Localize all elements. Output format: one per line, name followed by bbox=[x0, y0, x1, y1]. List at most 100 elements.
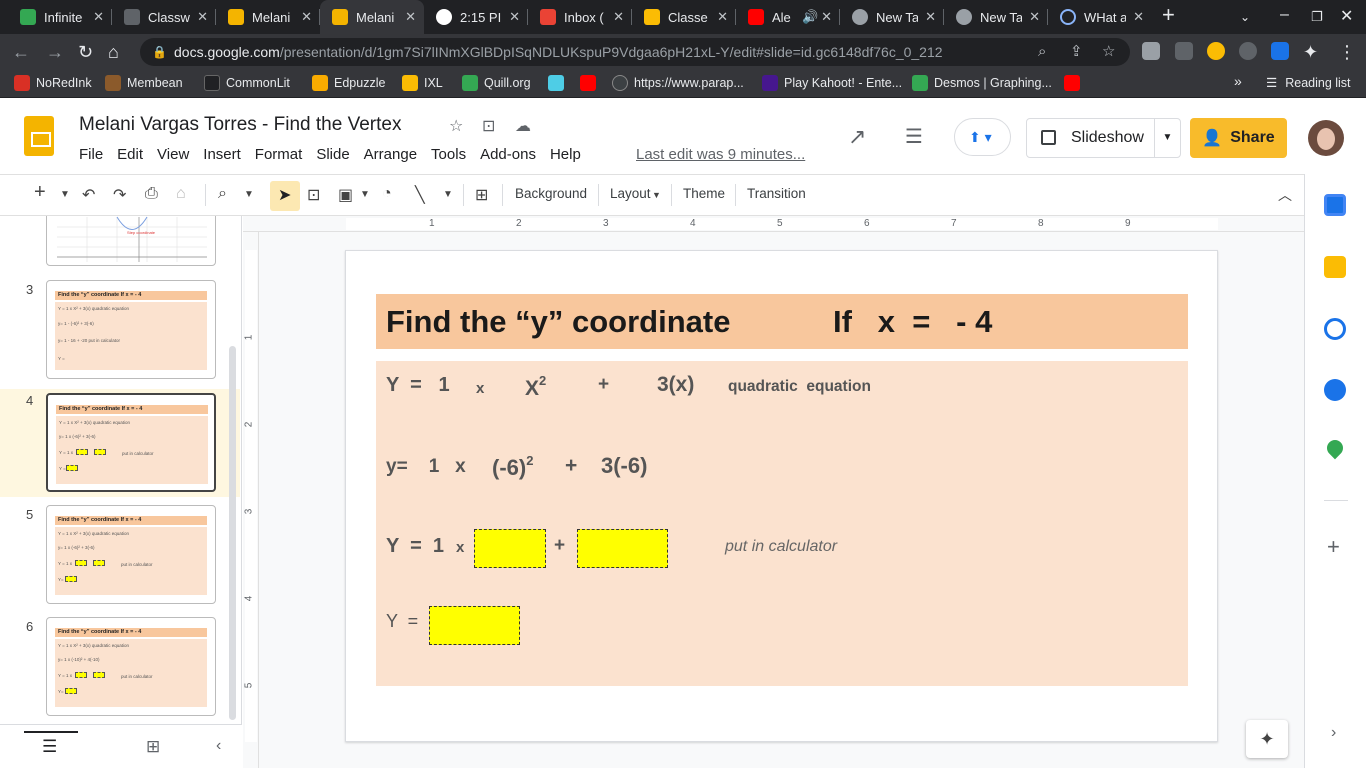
bookmark-item[interactable]: https://www.parap... bbox=[612, 75, 744, 91]
keep-icon[interactable] bbox=[1324, 256, 1346, 278]
menu-addons[interactable]: Add-ons bbox=[480, 146, 536, 163]
extension-icon[interactable] bbox=[1175, 42, 1193, 60]
filmstrip-scrollbar[interactable] bbox=[229, 346, 236, 720]
browser-tab[interactable]: Ale 🔊 ✕ bbox=[736, 0, 840, 34]
answer-box-linear[interactable] bbox=[577, 529, 668, 568]
bookmark-item[interactable] bbox=[1064, 75, 1086, 91]
back-icon[interactable]: ← bbox=[12, 42, 30, 62]
close-tab-icon[interactable]: ✕ bbox=[925, 9, 936, 25]
slide-thumbnail-row[interactable]: 5 Find the “y” coordinate If x = - 4 Y =… bbox=[0, 505, 240, 615]
close-tab-icon[interactable]: ✕ bbox=[1029, 9, 1040, 25]
browser-tab[interactable]: Melani ✕ bbox=[216, 0, 320, 34]
close-tab-icon[interactable]: ✕ bbox=[717, 9, 728, 25]
menu-dots-icon[interactable]: ⋮ bbox=[1338, 42, 1356, 62]
menu-insert[interactable]: Insert bbox=[203, 146, 241, 163]
last-edit-link[interactable]: Last edit was 9 minutes... bbox=[636, 146, 805, 163]
power-icon[interactable] bbox=[1239, 42, 1257, 60]
slides-logo-icon[interactable] bbox=[24, 116, 54, 156]
browser-tab[interactable]: Classe ✕ bbox=[632, 0, 736, 34]
menu-slide[interactable]: Slide bbox=[316, 146, 349, 163]
close-window-icon[interactable]: ✕ bbox=[1340, 6, 1353, 26]
activity-trend-icon[interactable]: ↗ bbox=[848, 124, 866, 150]
bookmark-item[interactable] bbox=[548, 75, 570, 91]
address-bar[interactable]: 🔒 docs.google.com/presentation/d/1gm7Si7… bbox=[140, 38, 1130, 66]
close-tab-icon[interactable]: ✕ bbox=[405, 9, 416, 25]
move-folder-icon[interactable]: ⊡ bbox=[482, 116, 495, 136]
tab-search-icon[interactable]: ⌄ bbox=[1240, 10, 1250, 24]
close-tab-icon[interactable]: ✕ bbox=[821, 9, 832, 25]
background-button[interactable]: Background bbox=[515, 186, 587, 201]
share-icon[interactable]: ⇪ bbox=[1070, 38, 1083, 66]
browser-tab[interactable]: New Ta ✕ bbox=[944, 0, 1048, 34]
bookmark-item[interactable]: CommonLit bbox=[204, 75, 290, 91]
slide-thumbnail[interactable]: Find the “y” coordinate If x = - 4 Y = 1… bbox=[46, 505, 216, 604]
share-button[interactable]: 👤 Share bbox=[1190, 118, 1287, 158]
answer-box-square[interactable] bbox=[474, 529, 546, 568]
answer-box-final[interactable] bbox=[429, 606, 520, 645]
text-box-icon[interactable]: ⊡ bbox=[307, 185, 320, 205]
bookmark-item[interactable]: Play Kahoot! - Ente... bbox=[762, 75, 902, 91]
collapse-panel-icon[interactable]: ‹ bbox=[216, 737, 221, 755]
cloud-saved-icon[interactable]: ☁ bbox=[515, 116, 531, 136]
browser-tab[interactable]: Infinite ✕ bbox=[8, 0, 112, 34]
bookmark-item[interactable]: IXL bbox=[402, 75, 443, 91]
slide-thumbnail[interactable]: Find the “y” coordinate If x = - 4 Y = 1… bbox=[46, 280, 216, 379]
line-dropdown-icon[interactable]: ▼ bbox=[443, 189, 453, 200]
zoom-dropdown-icon[interactable]: ▼ bbox=[244, 189, 254, 200]
forward-icon[interactable]: → bbox=[46, 42, 64, 62]
bookmark-item[interactable]: NoRedInk bbox=[14, 75, 92, 91]
slide-thumbnail-row[interactable]: 3 Find the “y” coordinate If x = - 4 Y =… bbox=[0, 280, 240, 390]
close-tab-icon[interactable]: ✕ bbox=[1133, 9, 1144, 25]
slide-canvas[interactable]: Find the “y” coordinate If x = - 4 Y = 1… bbox=[345, 250, 1218, 742]
layout-button[interactable]: Layout bbox=[610, 186, 651, 201]
extension-icon[interactable] bbox=[1207, 42, 1225, 60]
add-comment-icon[interactable]: ⊞ bbox=[475, 185, 488, 205]
undo-icon[interactable]: ↶ bbox=[82, 185, 95, 205]
paint-format-icon[interactable]: ⌂ bbox=[176, 185, 186, 203]
menu-edit[interactable]: Edit bbox=[117, 146, 143, 163]
comments-icon[interactable]: ☰ bbox=[905, 124, 923, 149]
collapse-toolbar-icon[interactable]: ︿ bbox=[1278, 185, 1292, 205]
slide-thumbnail-row[interactable]: 6 Find the “y” coordinate If x = - 4 Y =… bbox=[0, 617, 240, 727]
equation-area[interactable]: Y = 1 x X2 + 3(x) quadratic equation y= … bbox=[376, 361, 1188, 686]
calendar-icon[interactable] bbox=[1324, 194, 1346, 216]
redo-icon[interactable]: ↷ bbox=[113, 185, 126, 205]
browser-tab[interactable]: Inbox (✕ bbox=[528, 0, 632, 34]
select-cursor-icon[interactable]: ➤ bbox=[278, 185, 291, 205]
slide-thumbnail[interactable]: Find the “y” coordinate If x = - 4 Y = 1… bbox=[46, 617, 216, 716]
slide-thumbnail-row-selected[interactable]: 4 Find the “y” coordinate If x = - 4 Y =… bbox=[0, 389, 240, 497]
close-tab-icon[interactable]: ✕ bbox=[613, 9, 624, 25]
contacts-icon[interactable] bbox=[1324, 379, 1346, 401]
present-to-meeting-button[interactable]: ⬆ ▾ bbox=[954, 118, 1011, 156]
zoom-icon[interactable]: ⌕ bbox=[218, 185, 227, 203]
image-icon[interactable]: ▣ bbox=[338, 185, 353, 205]
new-slide-dropdown-icon[interactable]: ▼ bbox=[60, 189, 70, 200]
bookmark-item[interactable]: Quill.org bbox=[462, 75, 531, 91]
close-tab-icon[interactable]: ✕ bbox=[509, 9, 520, 25]
slideshow-dropdown-icon[interactable]: ▼ bbox=[1154, 119, 1180, 157]
expand-panel-icon[interactable]: › bbox=[1331, 724, 1336, 742]
print-icon[interactable]: ⎙ bbox=[145, 185, 158, 203]
layout-dropdown-icon[interactable]: ▼ bbox=[652, 190, 661, 200]
browser-tab[interactable]: Classw ✕ bbox=[112, 0, 216, 34]
browser-tab[interactable]: WHat a ✕ bbox=[1048, 0, 1152, 34]
more-bookmarks-icon[interactable]: » bbox=[1234, 73, 1242, 89]
grid-view-icon[interactable]: ⊞ bbox=[146, 737, 160, 757]
new-slide-icon[interactable]: + bbox=[34, 181, 46, 204]
document-title[interactable]: Melani Vargas Torres - Find the Vertex bbox=[79, 114, 401, 136]
speaker-icon[interactable]: 🔊 bbox=[802, 9, 818, 25]
star-icon[interactable]: ☆ bbox=[449, 116, 463, 136]
tasks-icon[interactable] bbox=[1324, 318, 1346, 340]
new-tab-icon[interactable]: + bbox=[1162, 2, 1175, 28]
bookmark-item[interactable]: Edpuzzle bbox=[312, 75, 385, 91]
home-icon[interactable]: ⌂ bbox=[108, 42, 119, 62]
menu-view[interactable]: View bbox=[157, 146, 189, 163]
minimize-icon[interactable]: – bbox=[1280, 6, 1289, 24]
bookmark-item[interactable]: Membean bbox=[105, 75, 183, 91]
add-addon-icon[interactable]: + bbox=[1327, 534, 1340, 560]
image-dropdown-icon[interactable]: ▼ bbox=[360, 189, 370, 200]
extension-icon[interactable] bbox=[1271, 42, 1289, 60]
reload-icon[interactable]: ↻ bbox=[78, 42, 93, 62]
browser-tab[interactable]: New Ta ✕ bbox=[840, 0, 944, 34]
theme-button[interactable]: Theme bbox=[683, 186, 725, 201]
